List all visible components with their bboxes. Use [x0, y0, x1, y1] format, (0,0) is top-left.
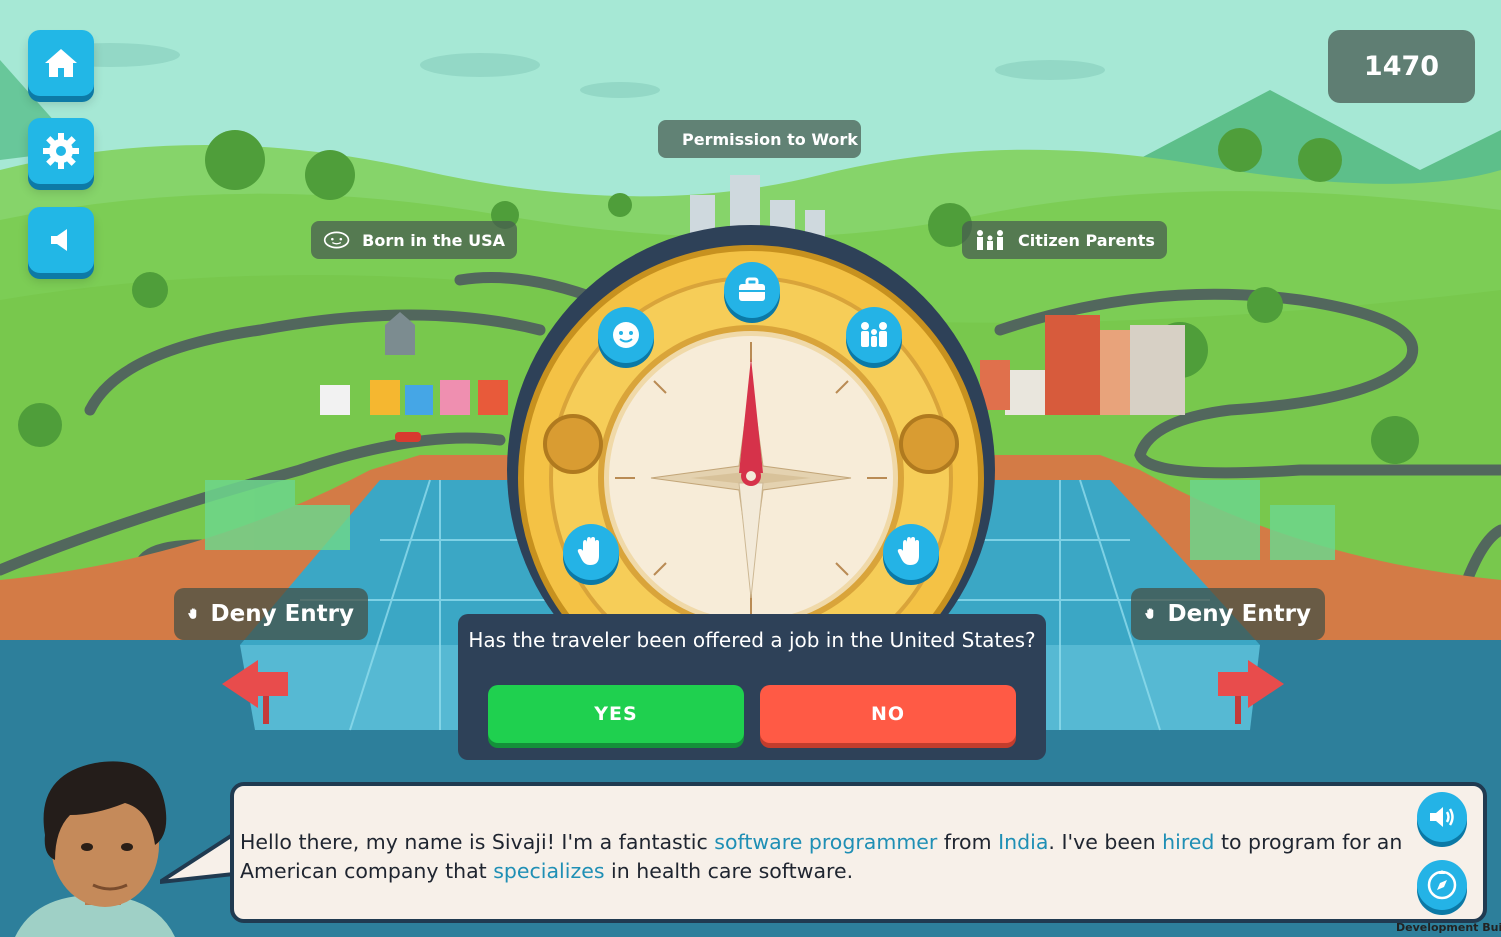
briefcase-icon	[739, 277, 765, 301]
stop-hand-icon	[577, 537, 599, 565]
deny-entry-right[interactable]: Deny Entry	[1131, 588, 1325, 640]
question-panel: Has the traveler been offered a job in t…	[458, 614, 1046, 760]
speaker-icon	[51, 229, 67, 251]
dialogue-segment: Hello there, my name is Sivaji! I'm a fa…	[240, 830, 715, 854]
dialogue-text: Hello there, my name is Sivaji! I'm a fa…	[240, 828, 1410, 886]
speaker-wave-icon	[1430, 807, 1454, 827]
stop-hand-icon	[1145, 608, 1154, 619]
dialogue-segment: from	[937, 830, 999, 854]
label-text: Citizen Parents	[1018, 230, 1155, 250]
compass-born-slot[interactable]	[598, 307, 654, 363]
no-button[interactable]: NO	[760, 685, 1016, 743]
keyword-link[interactable]: software programmer	[714, 830, 937, 854]
label-born-in-usa: Born in the USA	[311, 221, 517, 259]
play-audio-button[interactable]	[1417, 792, 1467, 842]
label-text: Permission to Work	[682, 129, 858, 149]
sound-button[interactable]	[28, 207, 94, 273]
label-citizen-parents: Citizen Parents	[962, 221, 1167, 259]
dialogue-box: Hello there, my name is Sivaji! I'm a fa…	[230, 782, 1487, 923]
compass-deny-right-slot[interactable]	[883, 524, 939, 580]
dialogue-segment: in health care software.	[604, 859, 854, 883]
stop-hand-icon	[897, 537, 919, 565]
question-text: Has the traveler been offered a job in t…	[468, 628, 1036, 652]
speech-bubble-tail	[160, 830, 236, 884]
deny-entry-label: Deny Entry	[1167, 601, 1311, 627]
home-icon	[45, 49, 77, 77]
label-text: Born in the USA	[362, 230, 505, 250]
settings-button[interactable]	[28, 118, 94, 184]
keyword-link[interactable]: India	[998, 830, 1048, 854]
family-icon	[977, 230, 1003, 250]
compass-toggle-button[interactable]	[1417, 860, 1467, 910]
compass-deny-left-slot[interactable]	[563, 524, 619, 580]
home-button[interactable]	[28, 30, 94, 96]
keyword-link[interactable]: specializes	[493, 859, 604, 883]
development-build-label: Development Build	[1396, 921, 1501, 934]
baby-face-icon	[613, 322, 639, 348]
stop-hand-icon	[188, 608, 197, 619]
compass-icon	[1427, 870, 1457, 900]
compass-work-slot[interactable]	[724, 262, 780, 318]
score-display: 1470	[1328, 30, 1475, 103]
deny-entry-label: Deny Entry	[210, 601, 354, 627]
yes-button[interactable]: YES	[488, 685, 744, 743]
keyword-link[interactable]: hired	[1162, 830, 1214, 854]
compass-parents-slot[interactable]	[846, 307, 902, 363]
dialogue-segment: . I've been	[1048, 830, 1163, 854]
deny-entry-left[interactable]: Deny Entry	[174, 588, 368, 640]
label-permission-to-work: Permission to Work	[658, 120, 861, 158]
family-icon	[861, 322, 887, 347]
gear-icon	[43, 133, 79, 169]
baby-face-icon	[323, 231, 350, 249]
